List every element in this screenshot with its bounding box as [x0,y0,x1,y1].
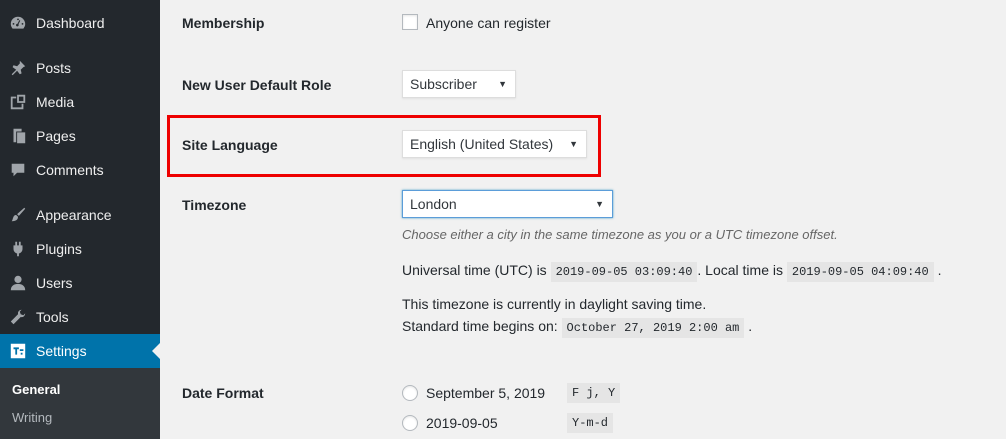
anyone-can-register-label[interactable]: Anyone can register [426,15,551,31]
date-format-option-1-label[interactable]: September 5, 2019 [426,385,545,401]
utc-time-line: Universal time (UTC) is 2019-09-05 03:09… [402,262,942,282]
timezone-description: Choose either a city in the same timezon… [402,227,838,242]
pin-icon [8,58,28,78]
dashboard-icon [8,13,28,33]
standard-line-end: . [748,318,753,334]
default-role-label: New User Default Role [182,77,332,93]
utc-line-end: . [937,262,942,278]
sidebar-item-label: Users [36,275,73,291]
comment-icon [8,160,28,180]
date-format-radio-2[interactable] [402,415,418,431]
active-indicator-arrow [152,343,160,359]
standard-prefix: Standard time begins on: [402,318,558,334]
utc-prefix: Universal time (UTC) is [402,262,547,278]
sidebar-item-label: Posts [36,60,72,76]
membership-label: Membership [182,15,265,31]
settings-icon [8,341,28,361]
admin-sidebar: Dashboard Posts Media Pages Comments App… [0,0,160,439]
default-role-select[interactable]: Subscriber ▼ [402,70,516,98]
sidebar-item-label: Dashboard [36,15,105,31]
standard-time-line: Standard time begins on: October 27, 201… [402,318,753,338]
sidebar-item-label: Comments [36,162,104,178]
settings-form: Membership Anyone can register New User … [160,0,1006,439]
sidebar-item-label: Pages [36,128,76,144]
sidebar-item-media[interactable]: Media [0,85,160,119]
media-icon [8,92,28,112]
site-language-select[interactable]: English (United States) ▼ [402,130,587,158]
pages-icon [8,126,28,146]
sidebar-item-label: Plugins [36,241,82,257]
sidebar-item-appearance[interactable]: Appearance [0,198,160,232]
sidebar-item-pages[interactable]: Pages [0,119,160,153]
wrench-icon [8,307,28,327]
local-prefix: . Local time is [697,262,783,278]
sidebar-item-label: Appearance [36,207,112,223]
chevron-down-icon: ▼ [569,139,578,149]
sidebar-item-users[interactable]: Users [0,266,160,300]
sidebar-item-label: Media [36,94,75,110]
sidebar-item-dashboard[interactable]: Dashboard [0,6,160,40]
local-time-value: 2019-09-05 04:09:40 [786,262,934,282]
site-language-label: Site Language [182,137,278,153]
sidebar-item-label: Settings [36,343,87,359]
chevron-down-icon: ▼ [498,79,507,89]
submenu-item-general[interactable]: General [12,382,60,397]
brush-icon [8,205,28,225]
settings-submenu: General Writing [0,368,160,439]
plug-icon [8,239,28,259]
timezone-label: Timezone [182,197,247,213]
dst-note: This timezone is currently in daylight s… [402,296,707,312]
anyone-can-register-checkbox[interactable] [402,14,418,30]
sidebar-item-posts[interactable]: Posts [0,51,160,85]
date-format-radio-1[interactable] [402,385,418,401]
default-role-value: Subscriber [410,76,477,92]
submenu-item-writing[interactable]: Writing [12,410,52,425]
standard-time-value: October 27, 2019 2:00 am [561,318,745,338]
user-icon [8,273,28,293]
sidebar-item-settings[interactable]: Settings [0,334,160,368]
date-format-option-1-code: F j, Y [567,383,621,403]
utc-time-value: 2019-09-05 03:09:40 [550,262,698,282]
sidebar-item-label: Tools [36,309,69,325]
sidebar-item-plugins[interactable]: Plugins [0,232,160,266]
sidebar-item-tools[interactable]: Tools [0,300,160,334]
date-format-option-2-code: Y-m-d [567,413,614,433]
chevron-down-icon: ▼ [595,199,604,209]
date-format-option-2-label[interactable]: 2019-09-05 [426,415,498,431]
timezone-value: London [410,196,457,212]
sidebar-item-comments[interactable]: Comments [0,153,160,187]
timezone-select[interactable]: London ▼ [402,190,613,218]
site-language-value: English (United States) [410,136,554,152]
date-format-label: Date Format [182,385,264,401]
